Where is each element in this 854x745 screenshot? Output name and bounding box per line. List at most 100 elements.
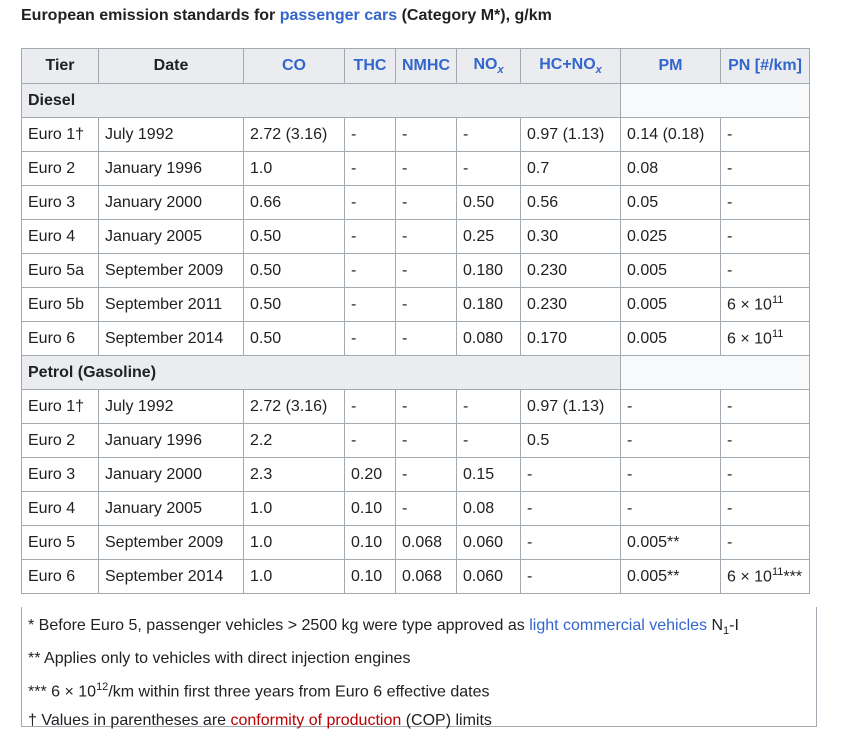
header-nox-sub: x	[497, 64, 504, 77]
cell-pn-base: 6 × 10	[727, 568, 772, 586]
cell-pm: 0.005	[620, 287, 721, 322]
header-date[interactable]: Date	[98, 48, 244, 84]
header-hc-nox[interactable]: HC+NOx	[520, 48, 621, 84]
cell-co: 0.50	[243, 321, 345, 356]
cell-hcnox: 0.5	[520, 423, 621, 458]
footnote-1-text: * Before Euro 5, passenger vehicles > 25…	[28, 617, 530, 634]
cell-date: September 2014	[98, 559, 244, 594]
cell-hcnox: -	[520, 559, 621, 594]
cell-pn: -	[720, 219, 810, 254]
cell-date: September 2011	[98, 287, 244, 322]
cell-nmhc: -	[395, 491, 457, 526]
footnote-3-sup: 12	[96, 681, 109, 694]
table-row: Euro 3 January 2000 0.66- -0.50 0.56 0.05-	[21, 185, 810, 220]
table-row: Euro 5 September 2009 1.0 0.10 0.068 0.060-0.…	[21, 525, 810, 560]
footnote-4-text: † Values in parentheses are	[28, 711, 231, 729]
cell-date: September 2009	[98, 253, 244, 288]
cell-pn-sup: 11	[771, 328, 784, 341]
header-thc[interactable]: THC	[344, 48, 396, 84]
cell-tier: Euro 6	[21, 559, 99, 594]
cell-pn: -	[720, 491, 810, 526]
cell-pm: 0.005**	[620, 559, 721, 594]
cell-thc: -	[344, 219, 396, 254]
cell-pn-base: -	[727, 431, 733, 449]
header-pm[interactable]: PM	[620, 48, 721, 84]
cell-pm: 0.05	[620, 185, 721, 220]
table-row: Euro 5a September 2009 0.50- -0.180 0.230 0.0…	[21, 253, 810, 288]
header-tier[interactable]: Tier	[21, 48, 99, 84]
cell-co: 2.72 (3.16)	[243, 117, 345, 152]
cell-pn-sup: 11	[771, 294, 784, 307]
table-row: Euro 4 January 2005 1.0 0.10-0.08- - -	[21, 491, 810, 526]
table-row: Euro 6 September 2014 0.50- -0.080 0.170 0.00…	[21, 321, 810, 356]
cell-hcnox: 0.97 (1.13)	[520, 117, 621, 152]
cell-hcnox: 0.170	[520, 321, 621, 356]
footnote-3-text: *** 6 × 10	[28, 683, 97, 701]
cell-date: January 2005	[98, 491, 244, 526]
table-row: Euro 1† July 1992 2.72 (3.16) - - -0.97 (1.13…	[21, 389, 810, 424]
cell-tier: Euro 2	[21, 151, 99, 186]
cell-tier: Euro 3	[21, 185, 99, 220]
table-body: Diesel Euro 1† July 1992 2.72 (3.16) - - -0.97…	[21, 83, 810, 594]
cell-pn: 6 × 1011	[720, 287, 810, 322]
cell-tier: Euro 6	[21, 321, 99, 356]
cell-pm: 0.005	[620, 253, 721, 288]
cell-tier: Euro 4	[21, 491, 99, 526]
cell-pn: 6 × 1011***	[720, 559, 810, 594]
cell-hcnox: -	[520, 525, 621, 560]
cell-hcnox: 0.230	[520, 253, 621, 288]
cell-co: 1.0	[243, 151, 345, 186]
cell-thc: -	[344, 423, 396, 458]
light-commercial-vehicles-link[interactable]: light commercial vehicles	[529, 617, 707, 634]
conformity-of-production-link[interactable]: conformity of production	[231, 712, 402, 729]
cell-nmhc: 0.068	[395, 525, 457, 560]
cell-tier: Euro 3	[21, 457, 99, 492]
table-row: Euro 1† July 1992 2.72 (3.16) - - -0.97 (1.13…	[21, 117, 810, 152]
cell-pn-base: -	[727, 193, 733, 211]
cell-co: 1.0	[243, 525, 345, 560]
cell-pm: 0.14 (0.18)	[620, 117, 721, 152]
cell-pm: 0.08	[620, 151, 721, 186]
cell-co: 0.50	[243, 219, 345, 254]
cell-co: 0.50	[243, 253, 345, 288]
header-co[interactable]: CO	[243, 48, 345, 84]
footnote-3-post: /km within first three years from Euro 6…	[108, 683, 490, 701]
cell-hcnox: -	[520, 491, 621, 526]
cell-date: September 2009	[98, 525, 244, 560]
cell-pn: -	[720, 253, 810, 288]
cell-pm: -	[620, 389, 721, 424]
cell-tier: Euro 5a	[21, 253, 99, 288]
passenger-cars-link[interactable]: passenger cars	[280, 7, 397, 24]
cell-tier: Euro 5	[21, 525, 99, 560]
cell-pn-base: -	[727, 159, 733, 177]
section-empty-cell	[620, 355, 810, 390]
header-pn[interactable]: PN [#/km]	[720, 48, 810, 84]
cell-thc: -	[344, 389, 396, 424]
cell-nmhc: -	[395, 253, 457, 288]
cell-co: 1.0	[243, 559, 345, 594]
cell-pn-base: 6 × 10	[727, 296, 772, 314]
cell-pn: -	[720, 389, 810, 424]
cell-pn: -	[720, 525, 810, 560]
caption-text: European emission standards for	[21, 7, 280, 24]
header-nox[interactable]: NOx	[456, 48, 521, 84]
cell-pn-sup: 11	[771, 566, 784, 579]
footnote-2: ** Applies only to vehicles with direct …	[28, 650, 411, 668]
cell-hcnox: 0.30	[520, 219, 621, 254]
cell-nox: -	[456, 389, 521, 424]
footnote-1-tail: -I	[729, 617, 739, 634]
header-nmhc[interactable]: NMHC	[395, 48, 457, 84]
footnotes: * Before Euro 5, passenger vehicles > 25…	[21, 607, 817, 729]
cell-pm: 0.025	[620, 219, 721, 254]
cell-nmhc: -	[395, 423, 457, 458]
section-title: Diesel	[21, 83, 621, 118]
cell-nox: 0.50	[456, 185, 521, 220]
cell-date: January 2000	[98, 457, 244, 492]
cell-nmhc: 0.068	[395, 559, 457, 594]
cell-co: 2.3	[243, 457, 345, 492]
cell-pn: -	[720, 117, 810, 152]
cell-nmhc: -	[395, 321, 457, 356]
cell-thc: 0.10	[344, 559, 396, 594]
cell-nox: -	[456, 117, 521, 152]
table-row: Euro 2 January 1996 2.2- - -0.5- -	[21, 423, 810, 458]
